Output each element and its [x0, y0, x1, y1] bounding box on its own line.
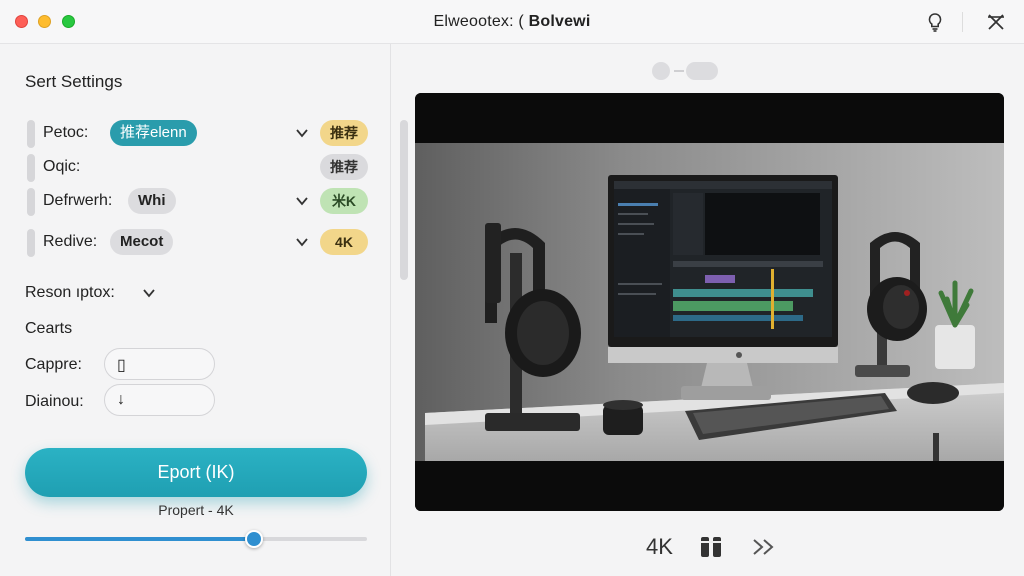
drag-handle[interactable]	[27, 120, 35, 148]
field-label: Diainou:	[25, 393, 84, 410]
title-bar: Elweootex: ( Bolvewi	[0, 0, 1024, 44]
quality-indicator[interactable]: 4K	[646, 534, 673, 560]
chevron-down-icon[interactable]	[295, 235, 309, 249]
resolution-label: Reson ıptox:	[25, 284, 115, 301]
setting-value-pill[interactable]: Whi	[128, 188, 176, 214]
quality-slider[interactable]	[25, 530, 367, 548]
setting-label: Petoc:	[43, 124, 89, 141]
drag-handle[interactable]	[27, 229, 35, 257]
slider-thumb[interactable]	[245, 530, 264, 548]
setting-badge: 米K	[320, 188, 368, 214]
setting-row-defrwerh[interactable]: Defrwerh: Whi 米K	[25, 188, 370, 216]
settings-title: Sert Settings	[25, 72, 123, 91]
setting-label: Redive:	[43, 233, 98, 250]
download-field[interactable]: ↓	[104, 384, 215, 416]
settings-sidebar: Sert Settings Petoc: 推荐elenn 推荐 Oqic: 推荐…	[0, 44, 391, 576]
setting-value-pill[interactable]: Mecot	[110, 229, 174, 255]
field-glyph: ▯	[117, 357, 126, 374]
drag-handle[interactable]	[27, 188, 35, 216]
preset-label: Propert - 4K	[158, 502, 234, 518]
playback-controls: 4K	[640, 532, 790, 562]
setting-badge: 4K	[320, 229, 368, 255]
chevron-down-icon[interactable]	[295, 126, 309, 140]
chevron-down-icon[interactable]	[295, 194, 309, 208]
title-bar-divider	[962, 12, 963, 32]
field-glyph: ↓	[117, 391, 125, 408]
setting-row-redive[interactable]: Redive: Mecot 4K	[25, 229, 370, 257]
export-button[interactable]: Eport (IK)	[25, 448, 367, 497]
slider-fill	[25, 537, 255, 541]
setting-label: Defrwerh:	[43, 192, 113, 209]
setting-badge: 推荐	[320, 154, 368, 180]
setting-label: Oqic:	[43, 158, 81, 175]
video-preview-image	[415, 93, 1004, 511]
pause-icon[interactable]	[700, 535, 722, 559]
fast-forward-icon[interactable]	[752, 537, 776, 557]
window-title-text: Elweootex: (	[433, 13, 529, 30]
capture-field[interactable]: ▯	[104, 348, 215, 380]
setting-value-pill[interactable]: 推荐elenn	[110, 120, 197, 146]
view-toggle[interactable]	[652, 62, 718, 80]
resolution-chevron-icon[interactable]	[142, 286, 156, 300]
setting-row-preset[interactable]: Petoc: 推荐elenn 推荐	[25, 120, 370, 148]
section-subtitle: Cearts	[25, 320, 73, 337]
window-title-bold: Bolvewi	[528, 13, 591, 30]
drag-handle[interactable]	[27, 154, 35, 182]
setting-badge: 推荐	[320, 120, 368, 146]
settings-cross-icon[interactable]	[985, 11, 1007, 33]
lightbulb-icon[interactable]	[924, 11, 946, 33]
field-label: Cappre:	[25, 356, 82, 373]
sidebar-scrollbar[interactable]	[400, 120, 408, 280]
setting-row-oqic[interactable]: Oqic: 推荐	[25, 154, 370, 182]
app-window: Elweootex: ( Bolvewi Sert Settings Petoc…	[0, 0, 1024, 576]
window-title: Elweootex: ( Bolvewi	[0, 13, 1024, 31]
video-preview[interactable]	[415, 93, 1004, 511]
